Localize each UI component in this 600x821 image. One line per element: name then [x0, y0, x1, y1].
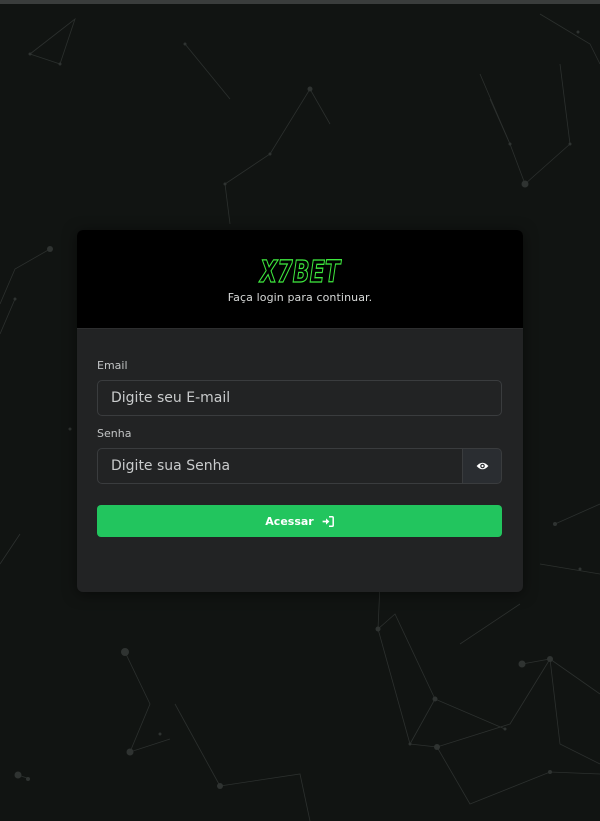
password-group: Senha	[97, 427, 503, 484]
card-header: X7BET Faça login para continuar.	[77, 230, 523, 329]
eye-icon	[476, 462, 488, 470]
toggle-password-button[interactable]	[463, 448, 502, 484]
submit-button[interactable]: Acessar	[97, 505, 502, 537]
email-label: Email	[97, 359, 128, 372]
login-card: X7BET Faça login para continuar. Email S…	[77, 230, 523, 592]
sign-in-icon	[322, 515, 334, 527]
password-label: Senha	[97, 427, 132, 440]
email-group: Email	[97, 359, 503, 416]
svg-text:X7BET: X7BET	[259, 255, 342, 289]
password-input[interactable]	[97, 448, 463, 484]
submit-label: Acessar	[265, 514, 314, 528]
email-input[interactable]	[97, 380, 502, 416]
login-form: Email Senha Acessar	[77, 329, 523, 537]
login-subtitle: Faça login para continuar.	[227, 291, 373, 304]
brand-logo: X7BET	[258, 254, 342, 289]
password-row	[97, 448, 502, 484]
